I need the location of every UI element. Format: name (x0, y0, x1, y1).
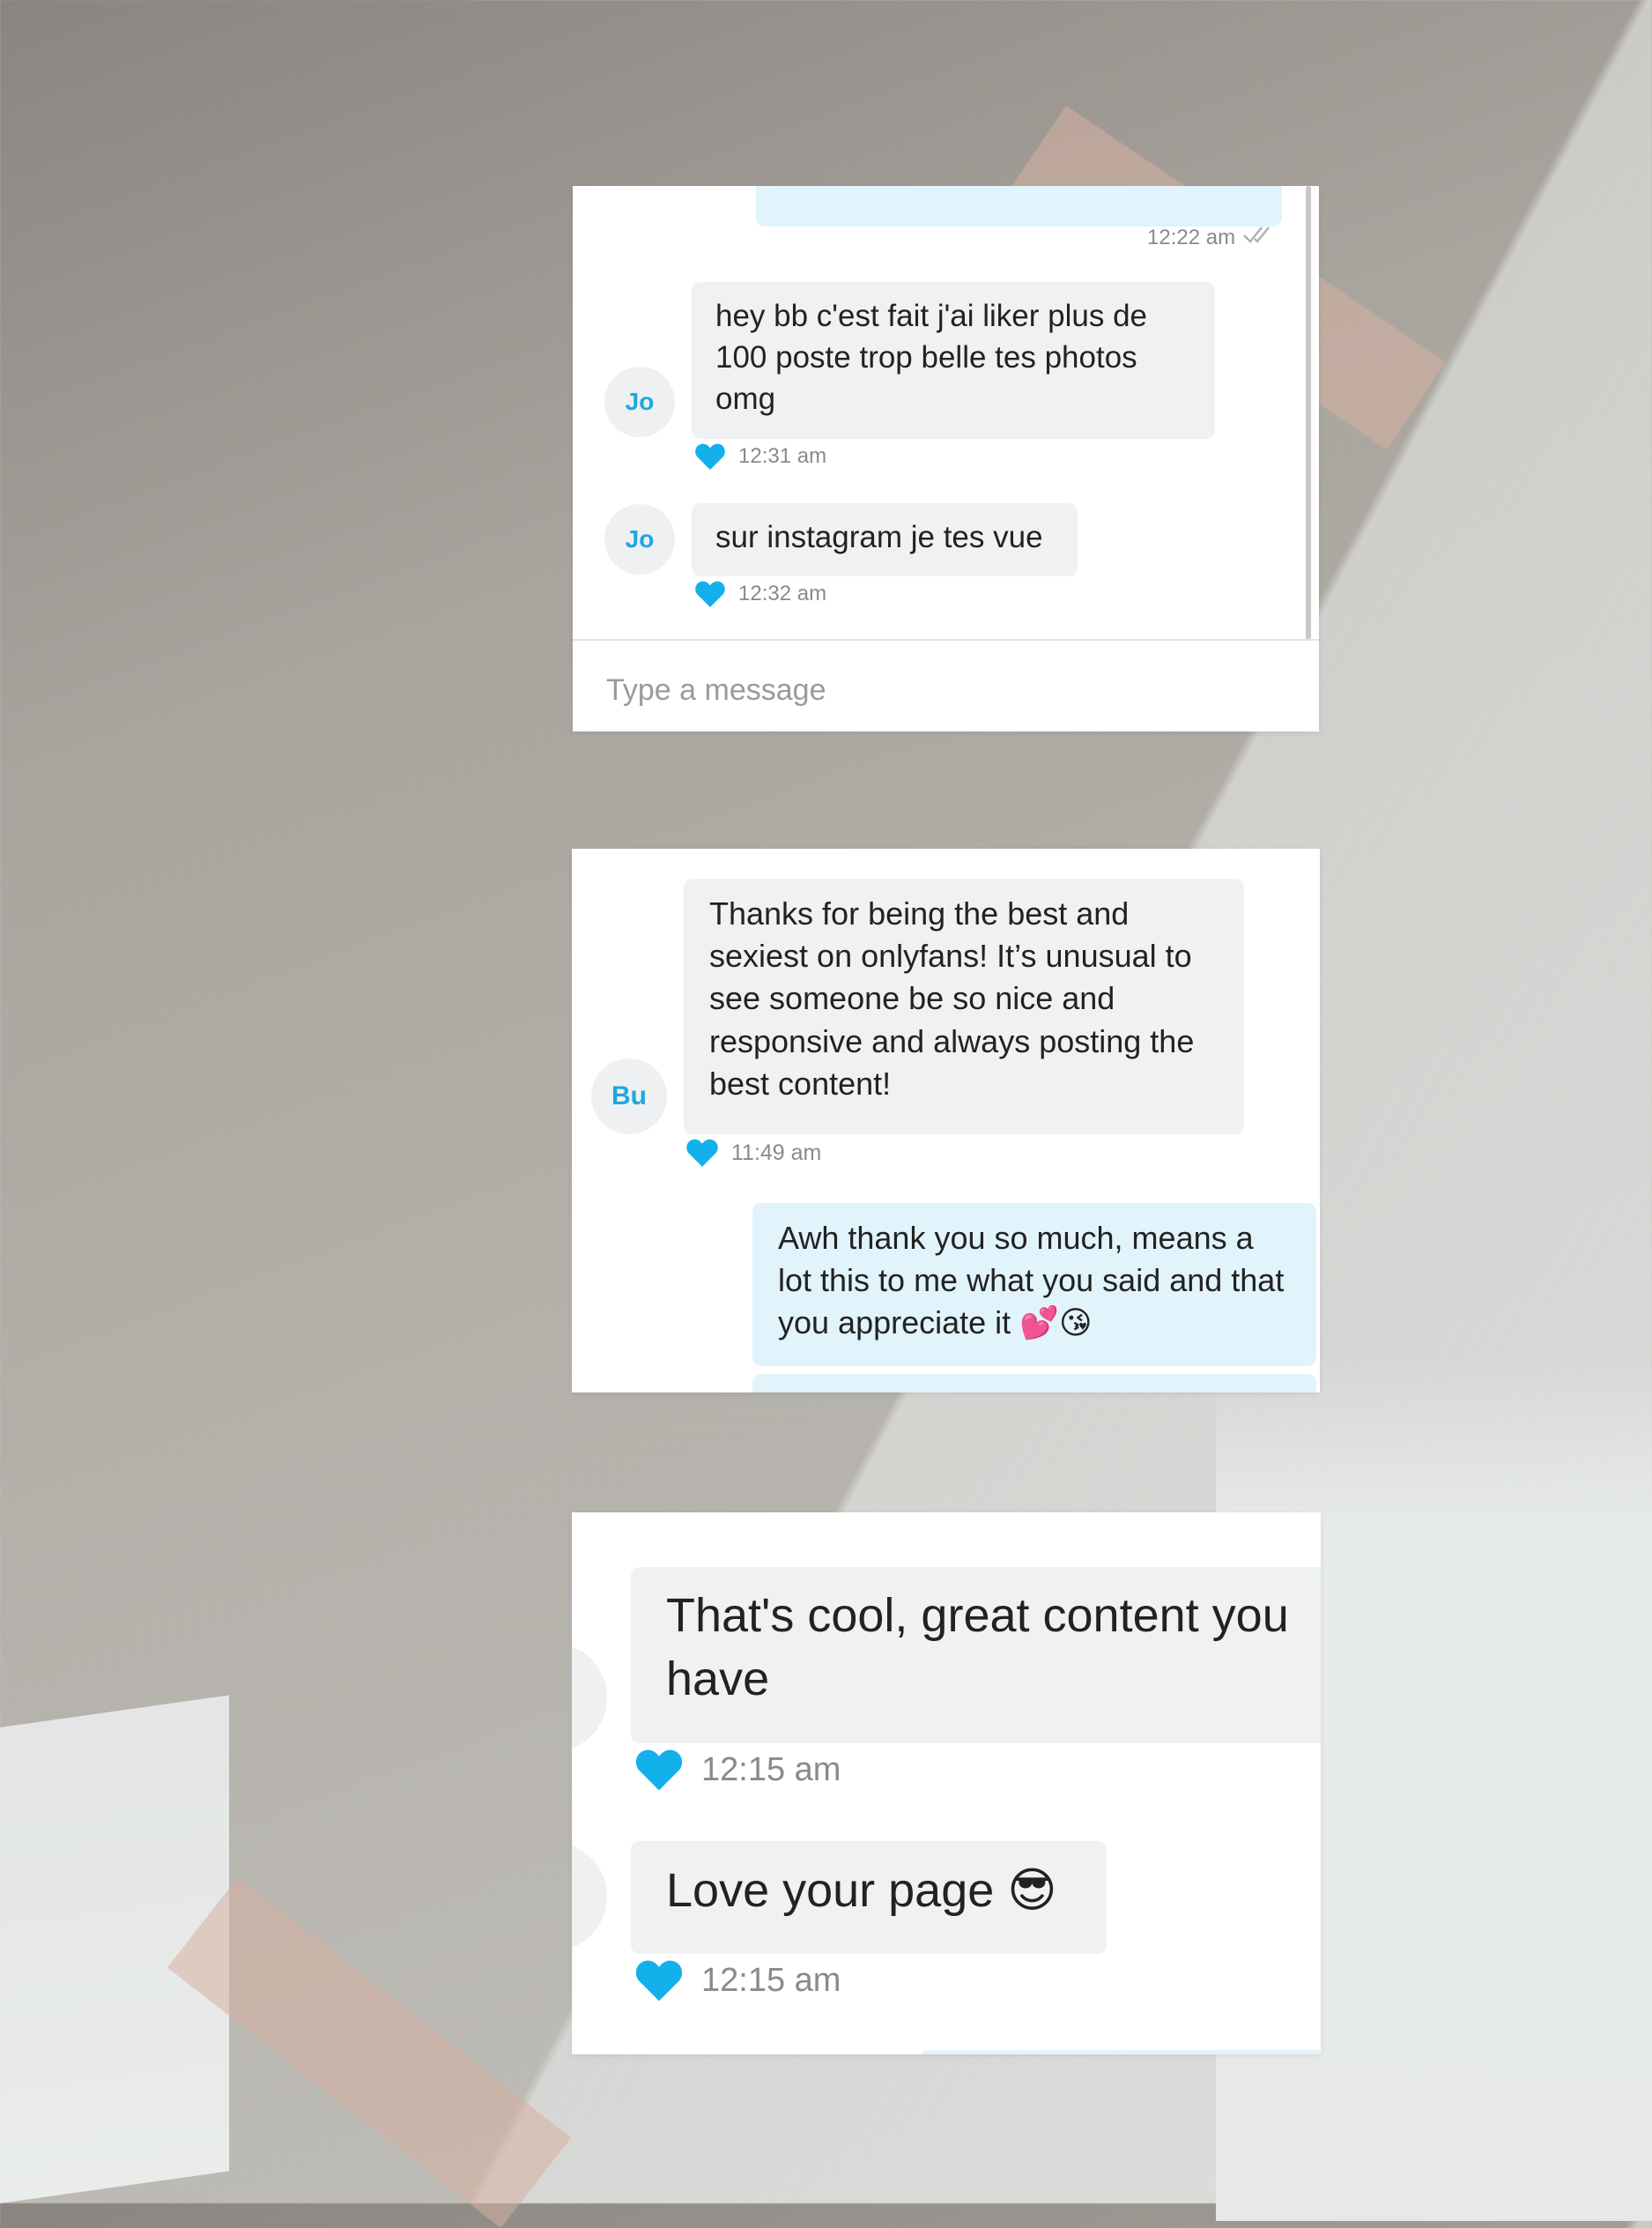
chat-screenshot-2: Bu Thanks for being the best and sexiest… (572, 849, 1320, 1392)
chat-screenshot-3: That's cool, great content you have 12:1… (572, 1512, 1321, 2054)
message-meta: 12:15 am (634, 1747, 841, 1793)
partial-outgoing-bubble (756, 186, 1282, 227)
message-meta: 12:31 am (694, 442, 826, 472)
message-bubble: Love your page 😎 (631, 1841, 1107, 1954)
partial-outgoing-bubble (920, 2050, 1321, 2054)
emoji: 😎 (1007, 1862, 1057, 1918)
emoji: 💕😘 (1019, 1305, 1093, 1342)
timestamp: 12:22 am (1147, 225, 1236, 249)
divider (573, 639, 1319, 641)
message-text: Love your page (666, 1864, 995, 1917)
avatar[interactable] (572, 1842, 607, 1951)
heart-icon[interactable] (634, 1957, 684, 2003)
avatar[interactable]: Jo (604, 367, 675, 437)
double-check-icon (1242, 224, 1278, 251)
heart-icon[interactable] (685, 1137, 719, 1169)
message-bubble: Thanks for being the best and sexiest on… (684, 879, 1244, 1134)
heart-icon[interactable] (694, 442, 726, 472)
timestamp: 12:32 am (738, 582, 827, 605)
timestamp: 11:49 am (731, 1140, 822, 1165)
message-meta: 11:49 am (685, 1137, 821, 1169)
message-bubble: sur instagram je tes vue (692, 503, 1078, 576)
message-meta: 12:32 am (694, 579, 826, 609)
message-meta: 12:22 am (1147, 224, 1278, 251)
avatar[interactable]: Jo (604, 504, 675, 575)
avatar[interactable]: Bu (591, 1058, 667, 1134)
timestamp: 12:15 am (701, 1750, 841, 1788)
timestamp: 12:31 am (738, 444, 827, 468)
partial-outgoing-bubble (752, 1374, 1316, 1392)
message-bubble: That's cool, great content you have (631, 1567, 1321, 1743)
message-bubble: hey bb c'est fait j'ai liker plus de 100… (692, 282, 1215, 439)
avatar[interactable] (572, 1643, 607, 1752)
outgoing-message-bubble: Awh thank you so much, means a lot this … (752, 1203, 1316, 1366)
chat-screenshot-1: 12:22 am Jo hey bb c'est fait j'ai liker… (573, 186, 1319, 732)
heart-icon[interactable] (634, 1747, 684, 1793)
message-meta: 12:15 am (634, 1957, 841, 2003)
scrollbar[interactable] (1306, 186, 1311, 640)
message-input[interactable]: Type a message (606, 673, 826, 708)
timestamp: 12:15 am (701, 1961, 841, 1999)
heart-icon[interactable] (694, 579, 726, 609)
